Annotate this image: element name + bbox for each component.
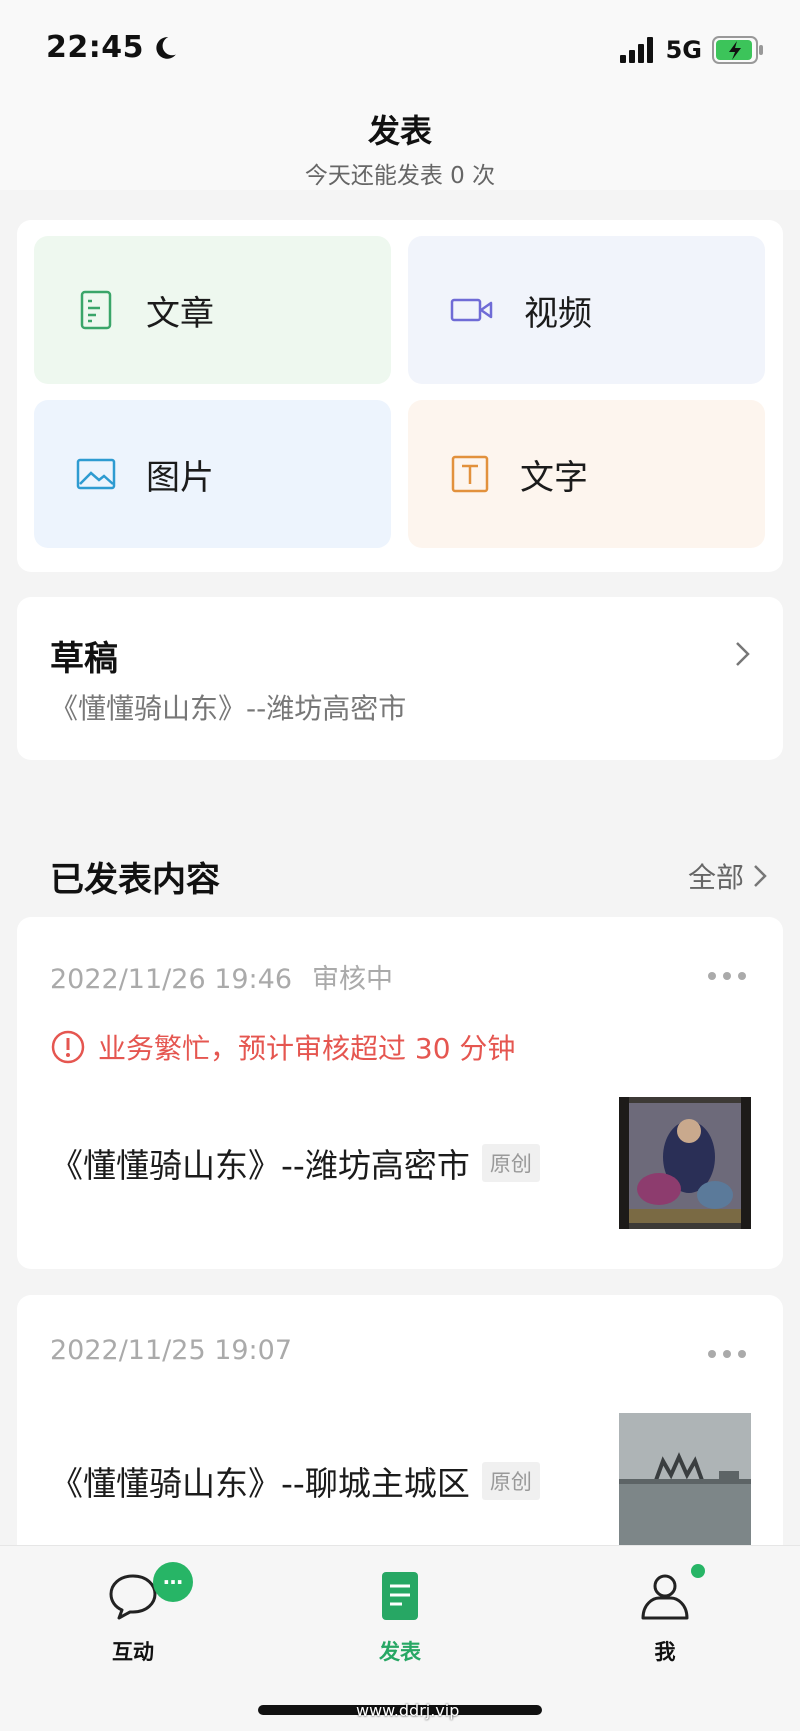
publish-image-button[interactable]: 图片 xyxy=(34,400,391,548)
post-thumbnail xyxy=(619,1097,751,1229)
document-icon xyxy=(80,290,112,330)
publish-options-card: 文章 视频 图片 文字 xyxy=(17,220,783,572)
published-post-card[interactable]: 2022/11/26 19:46 审核中 业务繁忙，预计审核超过 30 分钟 《懂… xyxy=(17,917,783,1269)
draft-card[interactable]: 草稿 《懂懂骑山东》--潍坊高密市 xyxy=(17,597,783,760)
user-icon xyxy=(641,1574,689,1620)
post-title-text: 《懂懂骑山东》--聊城主城区 xyxy=(50,1464,470,1503)
post-date-text: 2022/11/25 19:07 xyxy=(50,1335,293,1366)
draft-title: 草稿 xyxy=(50,639,118,679)
status-indicators: 5G xyxy=(619,36,764,64)
post-title: 《懂懂骑山东》--聊城主城区 原创 xyxy=(50,1457,540,1505)
publish-video-label: 视频 xyxy=(524,293,592,334)
status-bar: 22:45 5G xyxy=(0,0,800,100)
review-alert-text: 业务繁忙，预计审核超过 30 分钟 xyxy=(98,1032,516,1065)
status-time: 22:45 xyxy=(46,30,178,65)
tab-publish-label: 发表 xyxy=(379,1640,421,1664)
publish-article-button[interactable]: 文章 xyxy=(34,236,391,384)
post-title: 《懂懂骑山东》--潍坊高密市 原创 xyxy=(50,1139,540,1187)
chevron-right-icon xyxy=(754,865,767,887)
signal-icon xyxy=(619,37,653,63)
post-date: 2022/11/26 19:46 审核中 xyxy=(50,957,393,996)
publish-text-label: 文字 xyxy=(520,457,588,498)
document-icon xyxy=(382,1572,418,1620)
tab-interact-label: 互动 xyxy=(112,1640,154,1664)
battery-charging-icon xyxy=(712,36,763,64)
clock-text: 22:45 xyxy=(46,30,144,65)
tab-me[interactable]: 我 xyxy=(585,1564,745,1666)
draft-subtitle: 《懂懂骑山东》--潍坊高密市 xyxy=(50,692,407,725)
publish-image-label: 图片 xyxy=(146,457,214,498)
page-title: 发表 xyxy=(367,112,432,150)
text-icon xyxy=(451,455,489,493)
original-badge: 原创 xyxy=(481,1144,540,1182)
view-all-label: 全部 xyxy=(687,861,744,894)
publish-text-button[interactable]: 文字 xyxy=(408,400,765,548)
interact-badge: … xyxy=(153,1562,193,1602)
more-icon[interactable] xyxy=(707,1349,747,1359)
page-header: 发表 今天还能发表 0 次 xyxy=(0,100,800,190)
post-date: 2022/11/25 19:07 xyxy=(50,1335,292,1366)
publish-quota-text: 今天还能发表 0 次 xyxy=(304,163,496,189)
chevron-right-icon xyxy=(736,642,750,666)
review-alert: 业务繁忙，预计审核超过 30 分钟 xyxy=(50,1027,515,1067)
publish-video-button[interactable]: 视频 xyxy=(408,236,765,384)
tab-me-label: 我 xyxy=(654,1640,676,1664)
tab-bar: … 互动 发表 我 www.ddrj.vip xyxy=(0,1545,800,1731)
view-all-link[interactable]: 全部 xyxy=(688,856,768,896)
tab-publish[interactable]: 发表 xyxy=(320,1566,480,1666)
original-badge: 原创 xyxy=(481,1462,540,1500)
post-title-text: 《懂懂骑山东》--潍坊高密市 xyxy=(50,1146,470,1185)
moon-icon xyxy=(156,36,176,59)
image-icon xyxy=(76,458,116,490)
watermark: www.ddrj.vip xyxy=(356,1701,460,1720)
video-camera-icon xyxy=(450,298,493,322)
network-label: 5G xyxy=(665,36,702,64)
publish-article-label: 文章 xyxy=(146,293,214,334)
published-section-title: 已发表内容 xyxy=(50,860,220,900)
more-icon[interactable] xyxy=(707,971,747,981)
post-thumbnail xyxy=(619,1413,751,1545)
post-status: 审核中 xyxy=(312,964,394,995)
post-date-text: 2022/11/26 19:46 xyxy=(50,964,293,995)
notification-dot xyxy=(691,1564,705,1578)
alert-circle-icon xyxy=(51,1030,85,1064)
tab-interact[interactable]: … 互动 xyxy=(53,1562,213,1666)
